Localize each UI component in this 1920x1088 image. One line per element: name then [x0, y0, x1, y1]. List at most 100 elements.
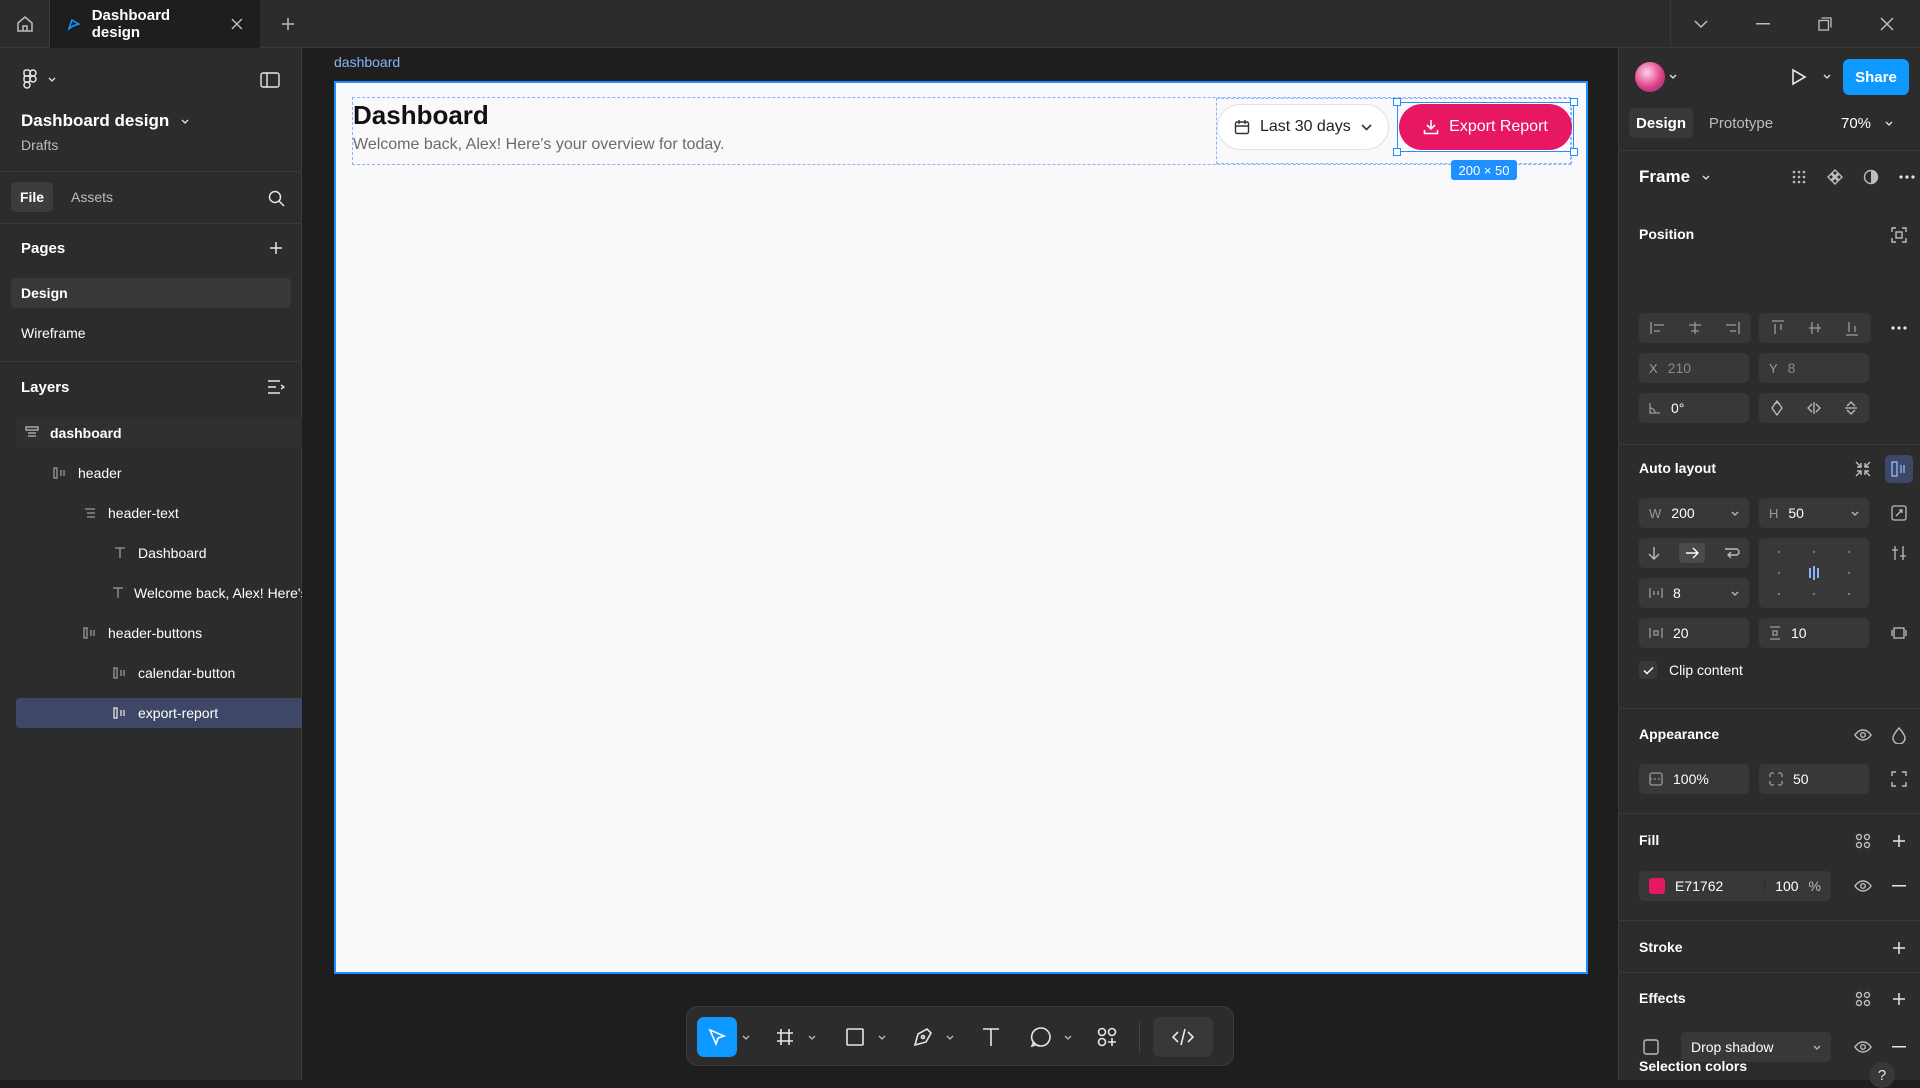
effect-settings-button[interactable]: [1639, 1035, 1663, 1059]
align-top-icon[interactable]: [1771, 320, 1785, 336]
layer-row-header-text[interactable]: header-text: [76, 498, 302, 528]
assets-tool[interactable]: [1089, 1017, 1125, 1057]
chevron-down-icon[interactable]: [1669, 74, 1677, 79]
dashboard-heading[interactable]: Dashboard: [353, 100, 489, 131]
layer-row-export-report[interactable]: export-report: [16, 698, 302, 728]
move-tool[interactable]: [697, 1017, 737, 1057]
file-name-button[interactable]: Dashboard design: [0, 106, 302, 136]
effect-styles-button[interactable]: [1851, 987, 1875, 1011]
y-field[interactable]: Y 8: [1759, 353, 1869, 383]
comment-tool-dropdown[interactable]: [1061, 1017, 1075, 1057]
fill-visibility-button[interactable]: [1851, 874, 1875, 898]
align-left-icon[interactable]: [1650, 321, 1666, 335]
home-button[interactable]: [0, 0, 50, 48]
layer-row-calendar-button[interactable]: calendar-button: [106, 658, 302, 688]
align-middle-icon[interactable]: [1808, 320, 1822, 336]
resize-handle[interactable]: [1570, 148, 1578, 156]
gap-field[interactable]: 8: [1639, 578, 1749, 608]
more-align-button[interactable]: [1887, 316, 1911, 340]
individual-padding-button[interactable]: [1887, 621, 1911, 645]
wrap-icon[interactable]: [1724, 546, 1740, 560]
help-button[interactable]: ?: [1869, 1062, 1895, 1088]
add-effect-button[interactable]: [1887, 987, 1911, 1011]
avatar[interactable]: [1635, 62, 1665, 92]
blend-mode-button[interactable]: [1887, 723, 1911, 747]
toggle-sidebar-button[interactable]: [258, 68, 282, 92]
direction-horizontal-selected[interactable]: [1678, 543, 1705, 563]
flip-horizontal-icon[interactable]: [1806, 401, 1822, 415]
clip-content-checkbox[interactable]: Clip content: [1639, 661, 1743, 679]
effect-visibility-button[interactable]: [1851, 1035, 1875, 1059]
tab-file[interactable]: File: [11, 182, 53, 212]
dev-mode-toggle[interactable]: [1153, 1017, 1213, 1057]
resize-to-fit-button[interactable]: [1887, 501, 1911, 525]
tabs-dropdown-button[interactable]: [1670, 0, 1732, 48]
align-center-horizontal-icon[interactable]: [1687, 321, 1703, 335]
constraints-button[interactable]: [1887, 223, 1911, 247]
present-button[interactable]: [1787, 65, 1811, 89]
remove-effect-button[interactable]: [1887, 1035, 1911, 1059]
add-stroke-button[interactable]: [1887, 936, 1911, 960]
fill-swatch[interactable]: [1649, 878, 1665, 894]
minimize-button[interactable]: [1732, 0, 1794, 48]
resize-handle[interactable]: [1393, 98, 1401, 106]
move-tool-dropdown[interactable]: [739, 1017, 753, 1057]
collapse-autolayout-button[interactable]: [1851, 457, 1875, 481]
opacity-field[interactable]: 100%: [1639, 764, 1749, 794]
calendar-button[interactable]: Last 30 days: [1217, 104, 1389, 150]
fill-color-field[interactable]: E71762 100 %: [1639, 871, 1831, 901]
rectangle-tool[interactable]: [837, 1017, 873, 1057]
rotation-field[interactable]: 0°: [1639, 393, 1749, 423]
pen-tool-dropdown[interactable]: [943, 1017, 957, 1057]
close-icon[interactable]: [230, 17, 244, 31]
text-tool[interactable]: [973, 1017, 1009, 1057]
frame-type-menu[interactable]: Frame: [1639, 166, 1710, 188]
autolayout-toggle-button[interactable]: [1885, 455, 1913, 483]
independent-corners-button[interactable]: [1887, 767, 1911, 791]
page-item-design[interactable]: Design: [11, 278, 291, 308]
tab-design[interactable]: Design: [1629, 108, 1693, 138]
checkbox[interactable]: [1639, 661, 1657, 679]
mask-button[interactable]: [1859, 165, 1883, 189]
horizontal-padding-field[interactable]: 20: [1639, 618, 1749, 648]
grid-button[interactable]: [1787, 165, 1811, 189]
resize-handle[interactable]: [1393, 148, 1401, 156]
add-page-button[interactable]: [264, 236, 288, 260]
remove-fill-button[interactable]: [1887, 874, 1911, 898]
autolayout-settings-button[interactable]: [1887, 541, 1911, 565]
page-item-wireframe[interactable]: Wireframe: [11, 318, 291, 348]
vertical-padding-field[interactable]: 10: [1759, 618, 1869, 648]
layer-row-text-welcome[interactable]: Welcome back, Alex! Here's your overview…: [106, 578, 302, 608]
align-right-icon[interactable]: [1724, 321, 1740, 335]
dashboard-frame[interactable]: Dashboard Welcome back, Alex! Here's you…: [334, 81, 1588, 974]
arrow-down-icon[interactable]: [1648, 546, 1660, 560]
tab-assets[interactable]: Assets: [62, 182, 122, 212]
frame-label[interactable]: dashboard: [334, 54, 400, 70]
alignment-grid[interactable]: [1759, 538, 1869, 608]
align-bottom-icon[interactable]: [1845, 320, 1859, 336]
x-field[interactable]: X 210: [1639, 353, 1749, 383]
tab-prototype[interactable]: Prototype: [1701, 108, 1781, 138]
add-fill-button[interactable]: [1887, 829, 1911, 853]
comment-tool[interactable]: [1023, 1017, 1059, 1057]
frame-tool[interactable]: [767, 1017, 803, 1057]
pen-tool[interactable]: [905, 1017, 941, 1057]
layer-row-header-buttons[interactable]: header-buttons: [76, 618, 302, 648]
shape-tool-dropdown[interactable]: [875, 1017, 889, 1057]
share-button[interactable]: Share: [1843, 59, 1909, 95]
height-field[interactable]: H 50: [1759, 498, 1869, 528]
layer-row-dashboard[interactable]: dashboard: [16, 418, 302, 448]
visibility-button[interactable]: [1851, 723, 1875, 747]
search-button[interactable]: [264, 186, 288, 210]
flip-vertical-icon[interactable]: [1844, 400, 1858, 416]
corner-radius-field[interactable]: 50: [1759, 764, 1869, 794]
file-tab[interactable]: Dashboard design: [50, 0, 260, 48]
chevron-down-icon[interactable]: [1823, 74, 1831, 79]
layers-options-button[interactable]: [264, 375, 288, 399]
new-tab-button[interactable]: [276, 12, 300, 36]
layer-row-text-dashboard[interactable]: Dashboard: [106, 538, 302, 568]
more-button[interactable]: [1895, 165, 1919, 189]
main-menu-button[interactable]: [0, 64, 302, 94]
width-field[interactable]: W 200: [1639, 498, 1749, 528]
welcome-subtitle[interactable]: Welcome back, Alex! Here's your overview…: [353, 136, 725, 154]
